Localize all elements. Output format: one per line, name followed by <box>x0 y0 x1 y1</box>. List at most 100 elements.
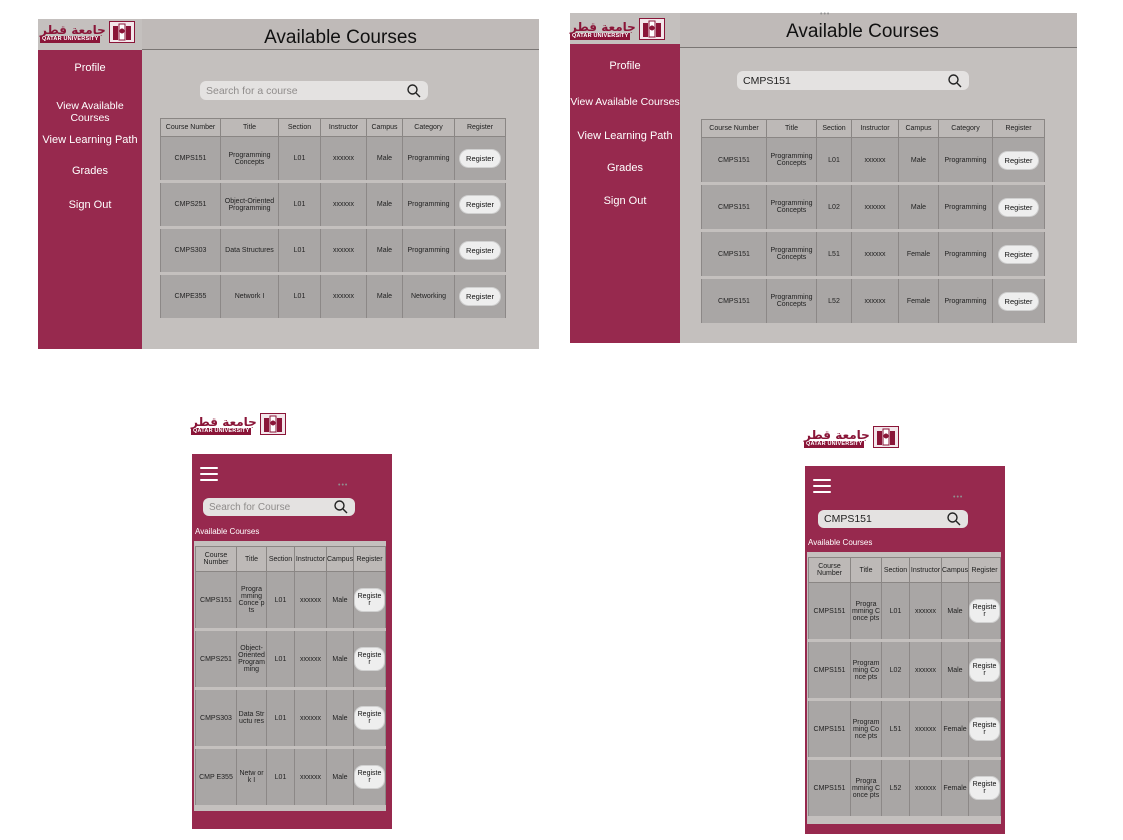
sidebar-item-view-learning-path[interactable]: View Learning Path <box>570 130 680 142</box>
hamburger-menu-icon[interactable] <box>813 479 831 497</box>
column-header: Campus <box>326 546 354 572</box>
table-cell: CMPS151 <box>808 699 851 760</box>
table-cell: L01 <box>266 629 295 690</box>
university-emblem-icon <box>638 18 665 40</box>
column-header: Title <box>850 557 882 583</box>
table-row: CMPS151 Progra mming Conce pts L01 xxxxxx Ma… <box>808 582 1001 642</box>
register-button[interactable]: Register <box>998 245 1039 263</box>
table-cell: Male <box>326 747 354 808</box>
table-cell: xxxxxx <box>851 230 899 279</box>
search-icon[interactable] <box>947 73 963 89</box>
register-button[interactable]: Register <box>355 766 384 788</box>
register-button[interactable]: Register <box>970 659 999 681</box>
register-button[interactable]: Register <box>998 292 1039 310</box>
register-cell: Register <box>968 640 1001 701</box>
column-header: Section <box>266 546 295 572</box>
column-header: Title <box>236 546 267 572</box>
register-button[interactable]: Register <box>460 288 500 305</box>
register-button[interactable]: Register <box>460 196 500 213</box>
frame-handle: ••• <box>338 482 349 489</box>
register-button[interactable]: Register <box>460 242 500 259</box>
sidebar-item-grades[interactable]: Grades <box>570 162 680 174</box>
table-cell: Male <box>898 183 939 232</box>
sidebar-item-profile[interactable]: Profile <box>38 62 142 74</box>
logo-english: QATAR UNIVERSITY <box>191 427 252 435</box>
column-header: Course Number <box>195 546 237 572</box>
sidebar-item-view-available-courses[interactable]: View Available Courses <box>570 96 680 108</box>
sidebar-item-grades[interactable]: Grades <box>38 165 142 177</box>
table-cell: L01 <box>881 582 910 642</box>
table-cell: Female <box>941 758 969 819</box>
search-icon[interactable] <box>406 83 422 99</box>
table-cell: Male <box>366 136 403 183</box>
sidebar-item-view-available-courses[interactable]: View Available Courses <box>38 100 142 124</box>
search-icon[interactable] <box>946 511 962 527</box>
search-bar[interactable]: Search for a course <box>200 81 428 100</box>
register-button[interactable]: Register <box>355 707 384 729</box>
table-cell: Progra mming Conce pts <box>850 582 882 642</box>
table-cell: L51 <box>816 230 852 279</box>
search-input[interactable]: CMPS151 <box>818 513 946 525</box>
table-cell: Programming <box>938 183 993 232</box>
table-cell: L02 <box>881 640 910 701</box>
register-button[interactable]: Register <box>355 648 384 670</box>
search-input[interactable]: Search for a course <box>200 85 406 97</box>
sidebar-item-sign-out[interactable]: Sign Out <box>570 195 680 207</box>
table-cell: xxxxxx <box>320 181 367 229</box>
table-cell: xxxxxx <box>320 273 367 321</box>
register-button[interactable]: Register <box>460 150 500 167</box>
table-cell: Programming <box>938 230 993 279</box>
search-bar[interactable]: CMPS151 <box>818 510 968 528</box>
sidebar-item-profile[interactable]: Profile <box>570 60 680 72</box>
column-header: Title <box>766 119 817 138</box>
table-cell: xxxxxx <box>294 688 327 749</box>
register-cell: Register <box>454 227 506 275</box>
search-bar[interactable]: Search for Course <box>203 498 355 516</box>
column-header: Course Number <box>701 119 767 138</box>
table-cell: Programming Concepts <box>766 230 817 279</box>
register-cell: Register <box>454 181 506 229</box>
register-button[interactable]: Register <box>970 600 999 622</box>
register-cell: Register <box>353 747 386 808</box>
table-cell: CMPS251 <box>195 629 237 690</box>
table-row: CMPS151 Programming Concepts L02 xxxxxx Male… <box>701 183 1045 232</box>
table-cell: Female <box>941 699 969 760</box>
table-cell: Male <box>326 571 354 631</box>
register-button[interactable]: Register <box>970 777 999 799</box>
frame-handle: ••• <box>953 494 964 501</box>
table-cell: CMPS303 <box>160 227 221 275</box>
column-header: Instructor <box>294 546 327 572</box>
table-cell: Networking <box>402 273 455 321</box>
column-header: Course Number <box>160 118 221 137</box>
table-cell: CMPS151 <box>701 230 767 279</box>
table-cell: L52 <box>816 277 852 326</box>
register-button[interactable]: Register <box>998 198 1039 216</box>
register-cell: Register <box>992 230 1045 279</box>
table-cell: Programming <box>938 137 993 185</box>
university-emblem-icon <box>259 413 286 435</box>
table-cell: CMPS151 <box>808 640 851 701</box>
search-input[interactable]: Search for Course <box>203 502 333 513</box>
sidebar-item-view-learning-path[interactable]: View Learning Path <box>38 134 142 146</box>
table-cell: xxxxxx <box>851 277 899 326</box>
table-cell: xxxxxx <box>851 137 899 185</box>
sidebar-item-sign-out[interactable]: Sign Out <box>38 199 142 211</box>
register-cell: Register <box>968 699 1001 760</box>
table-cell: Object-Oriented Programming <box>220 181 279 229</box>
register-button[interactable]: Register <box>970 718 999 740</box>
register-button[interactable]: Register <box>998 151 1039 169</box>
table-cell: xxxxxx <box>909 640 942 701</box>
register-cell: Register <box>968 582 1001 642</box>
register-cell: Register <box>992 277 1045 326</box>
table-cell: Male <box>898 137 939 185</box>
register-cell: Register <box>968 758 1001 819</box>
search-icon[interactable] <box>333 499 349 515</box>
table-cell: Program ming Conce pts <box>850 699 882 760</box>
search-bar[interactable]: CMPS151 <box>737 71 969 90</box>
table-cell: CMPE355 <box>160 273 221 321</box>
table-cell: xxxxxx <box>909 582 942 642</box>
register-button[interactable]: Register <box>355 589 384 611</box>
qu-logo: جامعة قطر QATAR UNIVERSITY <box>804 426 899 448</box>
search-input[interactable]: CMPS151 <box>737 75 947 87</box>
hamburger-menu-icon[interactable] <box>200 467 218 485</box>
